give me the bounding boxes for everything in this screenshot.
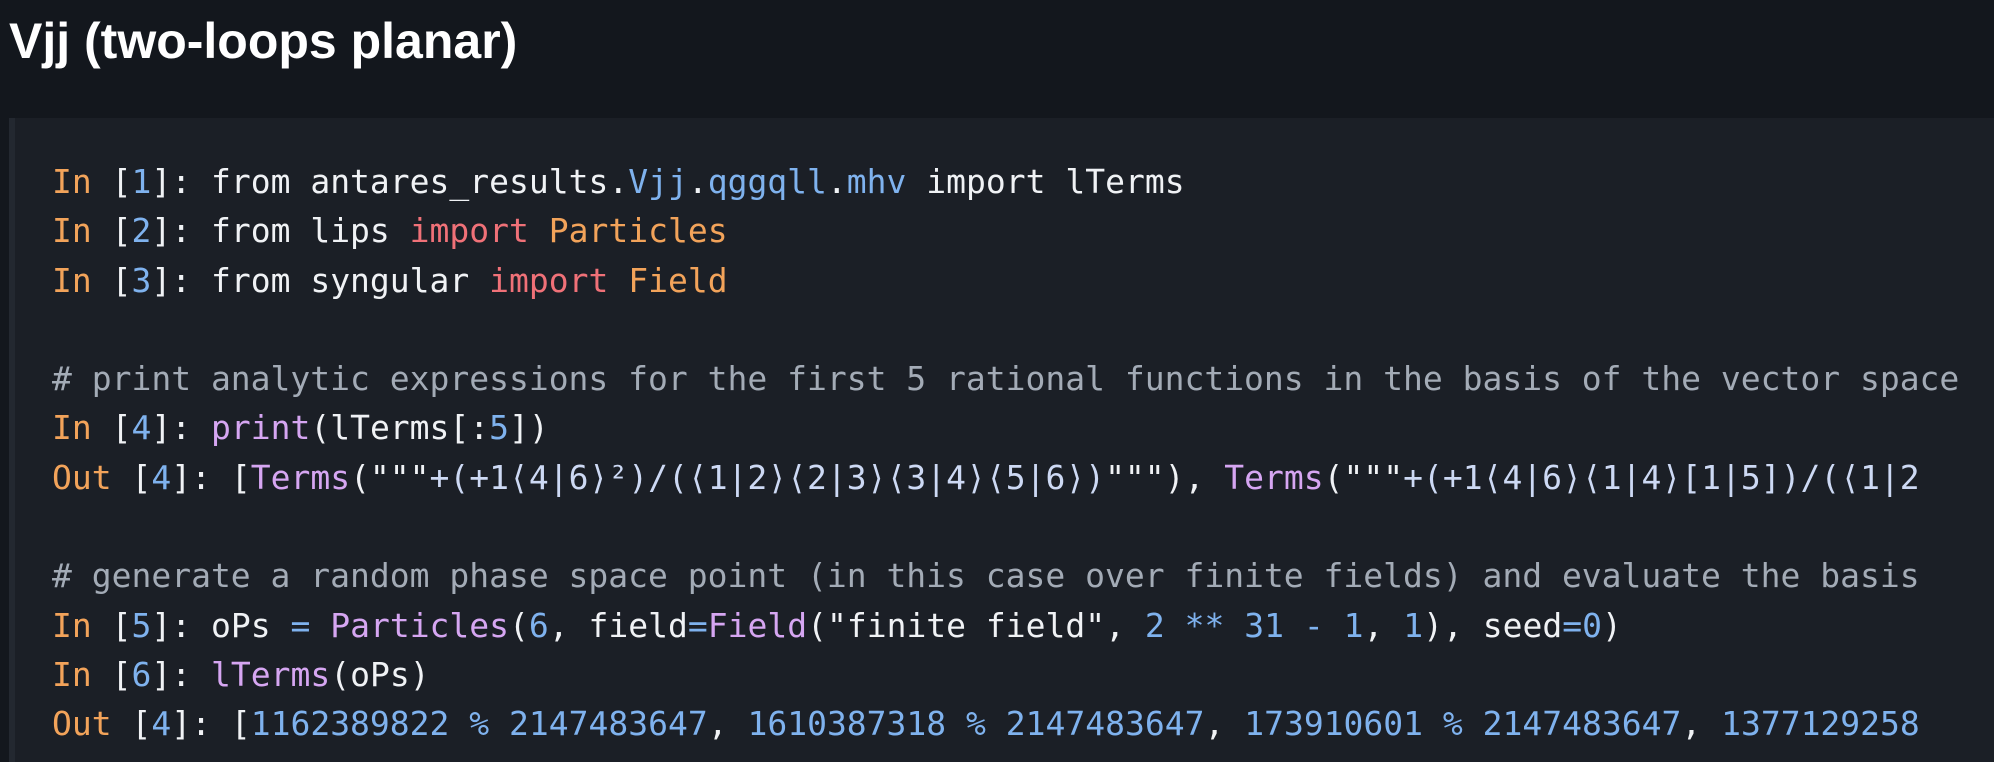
code-line-in5: In [5]: oPs = Particles(6, field=Field("… [52,605,1622,645]
code-text: lTerms[: [330,408,490,448]
page: Vjj (two-loops planar) In [1]: from anta… [0,0,1994,762]
prompt-out: Out [52,457,112,497]
output-value: 2147483647 [1482,704,1682,744]
function-name: lTerms [210,654,331,694]
number-literal: 1 [1403,605,1424,645]
code-content: In [1]: from antares_results.Vjj.qggqll.… [52,157,1959,749]
function-name: Particles [330,605,510,645]
module-name: mhv [846,162,907,201]
number-literal: 2 [1144,605,1165,645]
string-literal: +(+1⟨4|6⟩²)/(⟨1|2⟩⟨2|3⟩⟨3|4⟩⟨5|6⟩) [429,457,1106,497]
number-literal: 6 [528,605,549,645]
function-name: Terms [250,457,351,497]
prompt-number: 4 [151,704,172,744]
prompt-number: 6 [131,654,152,694]
import-keyword: import [489,260,609,300]
code-line-in1: In [1]: from antares_results.Vjj.qggqll.… [52,162,1185,201]
prompt-in: In [52,211,92,251]
code-line-in4: In [4]: print(lTerms[:5]) [52,408,549,448]
output-value: 1162389822 [250,704,450,744]
prompt-number: 2 [131,211,152,251]
code-comment: # print analytic expressions for the fir… [52,359,1960,399]
code-line-in3: In [3]: from syngular import Field [52,260,728,300]
code-line-in6: In [6]: lTerms(oPs) [52,654,430,694]
prompt-number: 5 [131,605,152,645]
prompt-number: 3 [131,260,152,300]
code-text: import lTerms [926,162,1185,201]
number-literal: 31 [1244,605,1284,645]
keyword-argument: field [588,605,688,645]
prompt-number: 4 [151,457,172,497]
function-name: Terms [1224,457,1324,497]
prompt-number: 1 [131,162,152,201]
output-value: 2147483647 [509,704,708,744]
number-literal: 1 [1343,605,1364,645]
code-block[interactable]: In [1]: from antares_results.Vjj.qggqll.… [9,118,1994,762]
code-line-in2: In [2]: from lips import Particles [52,211,728,251]
prompt-number: 4 [131,408,152,448]
function-name: Field [707,605,808,645]
prompt-in: In [52,162,92,201]
page-title: Vjj (two-loops planar) [9,13,518,69]
keyword-argument: seed [1482,605,1563,645]
number-literal: 5 [489,408,510,448]
output-value: 173910601 [1244,704,1424,744]
code-line-out6: Out [4]: [1162389822 % 2147483647, 16103… [52,704,1920,744]
code-line-out4: Out [4]: [Terms("""+(+1⟨4|6⟩²)/(⟨1|2⟩⟨2|… [52,457,1920,497]
code-text: oPs [350,654,410,694]
code-text: from lips [210,211,390,251]
code-text: from syngular [210,260,470,300]
prompt-in: In [52,605,92,645]
function-name: print [210,408,311,448]
string-literal: +(+1⟨4|6⟩⟨1|4⟩[1|5])/(⟨1|2 [1403,457,1920,497]
prompt-in: In [52,408,92,448]
import-keyword: import [409,211,529,251]
prompt-out: Out [52,704,112,744]
imported-name: Particles [548,211,728,251]
prompt-in: In [52,260,92,300]
output-value: 2147483647 [1005,704,1205,744]
imported-name: Field [628,260,728,300]
variable-name: oPs [210,605,271,645]
prompt-in: In [52,654,92,694]
code-text: from antares_results. [210,162,629,201]
module-name: qggqll [707,162,827,201]
string-literal: "finite field" [826,605,1106,645]
number-literal: 0 [1582,605,1602,645]
code-text: ]) [509,408,549,448]
module-name: Vjj [628,162,688,201]
code-comment: # generate a random phase space point (i… [52,556,1920,596]
output-value: 1610387318 [747,704,947,744]
output-value: 1377129258 [1721,704,1920,744]
